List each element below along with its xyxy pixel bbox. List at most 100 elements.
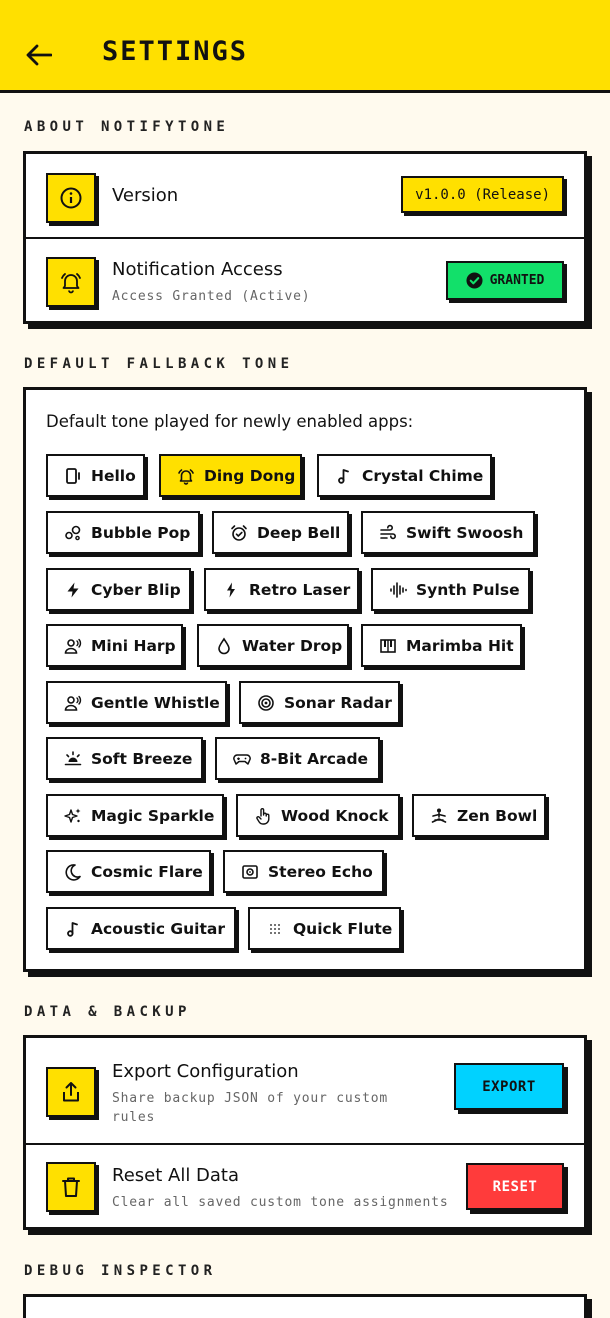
wind-icon xyxy=(380,524,396,539)
notification-access-title: Notification Access xyxy=(112,259,283,280)
export-title: Export Configuration xyxy=(112,1061,299,1082)
export-row: Export Configuration Share backup JSON o… xyxy=(26,1038,584,1144)
radar-icon xyxy=(258,694,274,711)
tone-chip-marimba-hit[interactable]: Marimba Hit xyxy=(361,624,522,667)
check-circle-icon xyxy=(466,272,483,289)
tone-chip-sonar-radar[interactable]: Sonar Radar xyxy=(239,681,400,724)
tone-chip-mini-harp[interactable]: Mini Harp xyxy=(46,624,183,667)
tone-chip-cyber-blip[interactable]: Cyber Blip xyxy=(46,568,191,611)
tone-label: Zen Bowl xyxy=(457,806,538,825)
voice-person-icon xyxy=(64,695,82,711)
reset-title: Reset All Data xyxy=(112,1165,240,1186)
lightning-icon xyxy=(67,582,79,597)
tone-label: Gentle Whistle xyxy=(91,693,220,712)
tone-chip-quick-flute[interactable]: Quick Flute xyxy=(248,907,401,950)
tone-chip-magic-sparkle[interactable]: Magic Sparkle xyxy=(46,794,224,837)
music-note-icon xyxy=(67,921,78,937)
bell-icon xyxy=(178,468,194,485)
music-note-icon xyxy=(338,468,349,484)
notification-access-subtitle: Access Granted (Active) xyxy=(112,289,311,304)
tone-chip-hello[interactable]: Hello xyxy=(46,454,145,497)
tone-chip-wood-knock[interactable]: Wood Knock xyxy=(236,794,400,837)
tone-label: Retro Laser xyxy=(249,580,351,599)
speaker-icon xyxy=(242,864,258,879)
info-icon xyxy=(46,173,96,223)
dot-grid-icon xyxy=(270,923,280,934)
section-label-about: ABOUT NOTIFYTONE xyxy=(24,119,230,135)
about-card: Version v1.0.0 (Release) Notification Ac… xyxy=(23,151,587,324)
tone-label: Cyber Blip xyxy=(91,580,181,599)
tone-label: Swift Swoosh xyxy=(406,523,524,542)
tone-label: Soft Breeze xyxy=(91,749,193,768)
tone-label: Wood Knock xyxy=(281,806,389,825)
tone-chip-synth-pulse[interactable]: Synth Pulse xyxy=(371,568,530,611)
piano-icon xyxy=(380,638,396,653)
tone-label: Water Drop xyxy=(242,636,343,655)
tone-chip-8-bit-arcade[interactable]: 8-Bit Arcade xyxy=(215,737,380,780)
tone-label: Quick Flute xyxy=(293,919,393,938)
export-button[interactable]: EXPORT xyxy=(454,1063,564,1110)
tone-label: Magic Sparkle xyxy=(91,806,215,825)
tone-chip-retro-laser[interactable]: Retro Laser xyxy=(204,568,359,611)
section-label-debug: DEBUG INSPECTOR xyxy=(24,1263,217,1279)
sunrise-icon xyxy=(64,750,82,765)
voice-person-icon xyxy=(64,638,82,654)
debug-card xyxy=(23,1294,587,1318)
notification-access-row[interactable]: Notification Access Access Granted (Acti… xyxy=(26,239,584,321)
tone-label: Deep Bell xyxy=(257,523,341,542)
granted-label: GRANTED xyxy=(489,273,545,288)
version-row: Version v1.0.0 (Release) xyxy=(26,154,584,238)
version-title: Version xyxy=(112,185,179,206)
page-title: SETTINGS xyxy=(102,36,249,67)
tone-chip-swift-swoosh[interactable]: Swift Swoosh xyxy=(361,511,535,554)
bell-ringing-icon xyxy=(46,257,96,307)
sparkle-icon xyxy=(64,808,81,823)
tone-label: Hello xyxy=(91,466,136,485)
app-bar: SETTINGS xyxy=(0,0,610,93)
bubbles-icon xyxy=(65,525,81,540)
reset-row: Reset All Data Clear all saved custom to… xyxy=(26,1145,584,1227)
bolt-icon xyxy=(227,582,235,597)
tone-chip-crystal-chime[interactable]: Crystal Chime xyxy=(317,454,492,497)
tone-label: Ding Dong xyxy=(204,466,296,485)
export-subtitle: Share backup JSON of your custom rules xyxy=(112,1091,389,1125)
tone-chip-water-drop[interactable]: Water Drop xyxy=(197,624,349,667)
reset-subtitle: Clear all saved custom tone assignments xyxy=(112,1195,449,1210)
tone-chip-bubble-pop[interactable]: Bubble Pop xyxy=(46,511,200,554)
tone-label: Synth Pulse xyxy=(416,580,520,599)
version-badge: v1.0.0 (Release) xyxy=(401,176,564,213)
tone-chip-stereo-echo[interactable]: Stereo Echo xyxy=(223,850,384,893)
alarm-clock-icon xyxy=(231,524,247,541)
tone-chip-soft-breeze[interactable]: Soft Breeze xyxy=(46,737,203,780)
tone-chip-ding-dong[interactable]: Ding Dong xyxy=(159,454,302,497)
water-drop-icon xyxy=(218,637,230,654)
tone-label: Acoustic Guitar xyxy=(91,919,225,938)
tone-chip-acoustic-guitar[interactable]: Acoustic Guitar xyxy=(46,907,236,950)
tone-chip-zen-bowl[interactable]: Zen Bowl xyxy=(412,794,546,837)
fallback-intro: Default tone played for newly enabled ap… xyxy=(46,412,414,431)
tone-label: Marimba Hit xyxy=(406,636,514,655)
tone-label: Sonar Radar xyxy=(284,693,392,712)
tone-label: 8-Bit Arcade xyxy=(260,749,369,768)
tone-chip-cosmic-flare[interactable]: Cosmic Flare xyxy=(46,850,211,893)
section-label-backup: DATA & BACKUP xyxy=(24,1004,191,1020)
gamepad-icon xyxy=(233,753,251,765)
fallback-tone-card: Default tone played for newly enabled ap… xyxy=(23,387,587,972)
tone-label: Bubble Pop xyxy=(91,523,191,542)
tone-label: Cosmic Flare xyxy=(91,862,203,881)
section-label-fallback: DEFAULT FALLBACK TONE xyxy=(24,356,294,372)
back-arrow-icon[interactable] xyxy=(24,40,54,70)
meditation-icon xyxy=(431,808,447,823)
share-upload-icon xyxy=(46,1067,96,1117)
granted-badge: GRANTED xyxy=(446,261,564,300)
tone-chip-deep-bell[interactable]: Deep Bell xyxy=(212,511,349,554)
tone-label: Crystal Chime xyxy=(362,466,484,485)
tone-label: Mini Harp xyxy=(91,636,176,655)
trash-icon xyxy=(46,1162,96,1212)
hand-pointer-icon xyxy=(256,807,270,825)
waveform-icon xyxy=(390,581,407,598)
reset-button[interactable]: RESET xyxy=(466,1163,564,1210)
tone-label: Stereo Echo xyxy=(268,862,373,881)
backup-card: Export Configuration Share backup JSON o… xyxy=(23,1035,587,1230)
tone-chip-gentle-whistle[interactable]: Gentle Whistle xyxy=(46,681,227,724)
